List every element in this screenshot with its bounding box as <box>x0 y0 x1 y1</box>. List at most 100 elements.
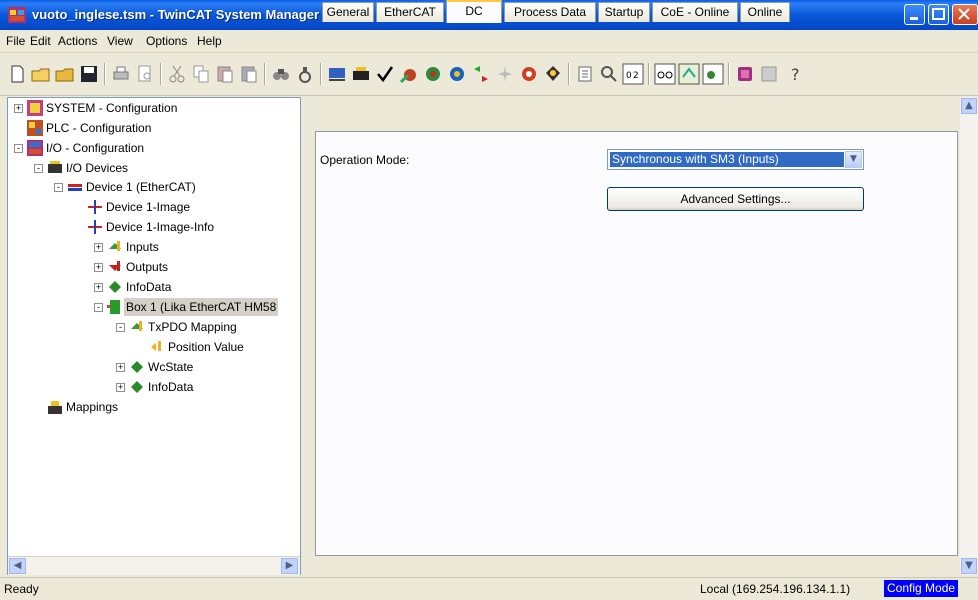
scroll-right-button[interactable]: ▶ <box>281 558 298 574</box>
check-icon[interactable] <box>374 63 396 85</box>
info-icon[interactable] <box>758 63 780 85</box>
tree-item-label: Position Value <box>168 340 244 354</box>
glasses-icon[interactable] <box>654 63 676 85</box>
tree-icon[interactable] <box>574 63 596 85</box>
tab-startup[interactable]: Startup <box>598 2 650 22</box>
minimize-button[interactable] <box>904 4 925 25</box>
tree-item-outputs[interactable]: + Outputs <box>8 258 298 276</box>
tab-online[interactable]: Online <box>740 2 790 22</box>
restart-icon[interactable] <box>422 63 444 85</box>
open-icon[interactable] <box>30 63 52 85</box>
tree-item-box-infodata[interactable]: + InfoData <box>8 378 298 396</box>
io-config-icon <box>27 140 43 156</box>
expand-toggle[interactable]: - <box>116 323 125 332</box>
chevron-down-icon: ▼ <box>850 154 857 164</box>
tree-item-system-configuration[interactable]: + SYSTEM - Configuration <box>8 99 298 117</box>
operation-mode-select[interactable]: Synchronous with SM3 (Inputs) ▼ <box>607 149 864 170</box>
configuration-tree[interactable]: + SYSTEM - Configuration PLC - Configura… <box>7 97 301 575</box>
maximize-button[interactable] <box>928 4 949 25</box>
tab-general[interactable]: General <box>322 2 374 22</box>
save-icon[interactable] <box>78 63 100 85</box>
menu-help[interactable]: Help <box>197 34 222 48</box>
find-icon[interactable] <box>270 63 292 85</box>
tree-item-infodata[interactable]: + InfoData <box>8 278 298 296</box>
target-icon[interactable] <box>518 63 540 85</box>
tree-item-io-devices[interactable]: - I/O Devices <box>8 159 298 177</box>
mappings-icon <box>48 401 62 414</box>
scroll-up-button[interactable]: ▲ <box>961 98 977 114</box>
expand-toggle[interactable]: + <box>14 104 23 113</box>
tree-item-txpdo-mapping[interactable]: - TxPDO Mapping <box>8 318 298 336</box>
menu-view[interactable]: View <box>107 34 133 48</box>
expand-toggle[interactable]: + <box>94 243 103 252</box>
twincat-app-icon[interactable] <box>8 7 26 23</box>
tree-item-io-configuration[interactable]: - I/O - Configuration <box>8 139 298 157</box>
scan-icon[interactable] <box>678 63 700 85</box>
dropdown-button[interactable]: ▼ <box>845 151 862 168</box>
vertical-scrollbar[interactable]: ▲ ▼ <box>960 97 978 575</box>
expand-toggle[interactable]: - <box>94 303 103 312</box>
run-icon[interactable] <box>446 63 468 85</box>
tab-coe-online[interactable]: CoE - Online <box>652 2 738 22</box>
variable-icon[interactable]: 02 <box>622 63 644 85</box>
expand-toggle[interactable]: - <box>54 183 63 192</box>
tree-item-device-1-image[interactable]: Device 1-Image <box>8 198 298 216</box>
tree-item-device-1[interactable]: - Device 1 (EtherCAT) <box>8 178 298 196</box>
scroll-down-button[interactable]: ▼ <box>961 558 977 574</box>
menu-options[interactable]: Options <box>146 34 187 48</box>
tree-item-label: PLC - Configuration <box>46 121 152 135</box>
mapping-icon[interactable] <box>702 63 724 85</box>
expand-toggle[interactable]: + <box>116 383 125 392</box>
tree-item-device-1-image-info[interactable]: Device 1-Image-Info <box>8 218 298 236</box>
toolbar: 02 ? <box>0 53 978 96</box>
copy-icon[interactable] <box>190 63 212 85</box>
new-icon[interactable] <box>6 63 28 85</box>
paste-special-icon[interactable] <box>238 63 260 85</box>
tree-item-box-1[interactable]: - Box 1 (Lika EtherCAT HM58 <box>8 298 298 316</box>
zoom-icon[interactable] <box>598 63 620 85</box>
tree-item-label: Device 1-Image-Info <box>106 220 215 234</box>
book-icon[interactable] <box>734 63 756 85</box>
inputs-icon <box>109 241 121 251</box>
mode-icon[interactable] <box>494 63 516 85</box>
tree-item-plc-configuration[interactable]: PLC - Configuration <box>8 119 298 137</box>
menu-bar: File Edit Actions View Options Help <box>0 30 978 53</box>
menu-actions[interactable]: Actions <box>58 34 97 48</box>
tree-item-position-value[interactable]: Position Value <box>8 338 298 356</box>
open-folder-icon[interactable] <box>54 63 76 85</box>
outputs-icon <box>109 261 121 271</box>
insert-icon[interactable] <box>350 63 372 85</box>
expand-toggle[interactable]: - <box>34 164 43 173</box>
tree-item-wcstate[interactable]: + WcState <box>8 358 298 376</box>
paste-icon[interactable] <box>214 63 236 85</box>
find-next-icon[interactable] <box>294 63 316 85</box>
tree-horizontal-scrollbar[interactable]: ◀ ▶ <box>8 556 300 575</box>
help-icon[interactable]: ? <box>786 63 808 85</box>
svg-text:0: 0 <box>626 71 632 81</box>
svg-text:2: 2 <box>633 71 639 81</box>
scroll-left-button[interactable]: ◀ <box>9 558 26 574</box>
tab-ethercat[interactable]: EtherCAT <box>376 2 444 22</box>
menu-file[interactable]: File <box>6 34 25 48</box>
tree-item-inputs[interactable]: + Inputs <box>8 238 298 256</box>
device-icon[interactable] <box>326 63 348 85</box>
tree-item-mappings[interactable]: Mappings <box>8 398 298 416</box>
expand-toggle[interactable]: - <box>14 144 23 153</box>
system-icon[interactable] <box>542 63 564 85</box>
tab-process-data[interactable]: Process Data <box>504 2 596 22</box>
reload-icon[interactable] <box>470 63 492 85</box>
cut-icon[interactable] <box>166 63 188 85</box>
advanced-settings-button[interactable]: Advanced Settings... <box>607 187 864 211</box>
tree-item-label: WcState <box>148 360 194 374</box>
print-icon[interactable] <box>110 63 132 85</box>
expand-toggle[interactable]: + <box>94 263 103 272</box>
activate-icon[interactable] <box>398 63 420 85</box>
close-button[interactable] <box>952 4 978 25</box>
expand-toggle[interactable]: + <box>116 363 125 372</box>
expand-toggle[interactable]: + <box>94 283 103 292</box>
window-title: vuoto_inglese.tsm - TwinCAT System Manag… <box>32 7 320 22</box>
tab-dc[interactable]: DC <box>446 0 502 23</box>
tree-item-label: SYSTEM - Configuration <box>46 101 178 115</box>
menu-edit[interactable]: Edit <box>30 34 51 48</box>
print-preview-icon[interactable] <box>134 63 156 85</box>
